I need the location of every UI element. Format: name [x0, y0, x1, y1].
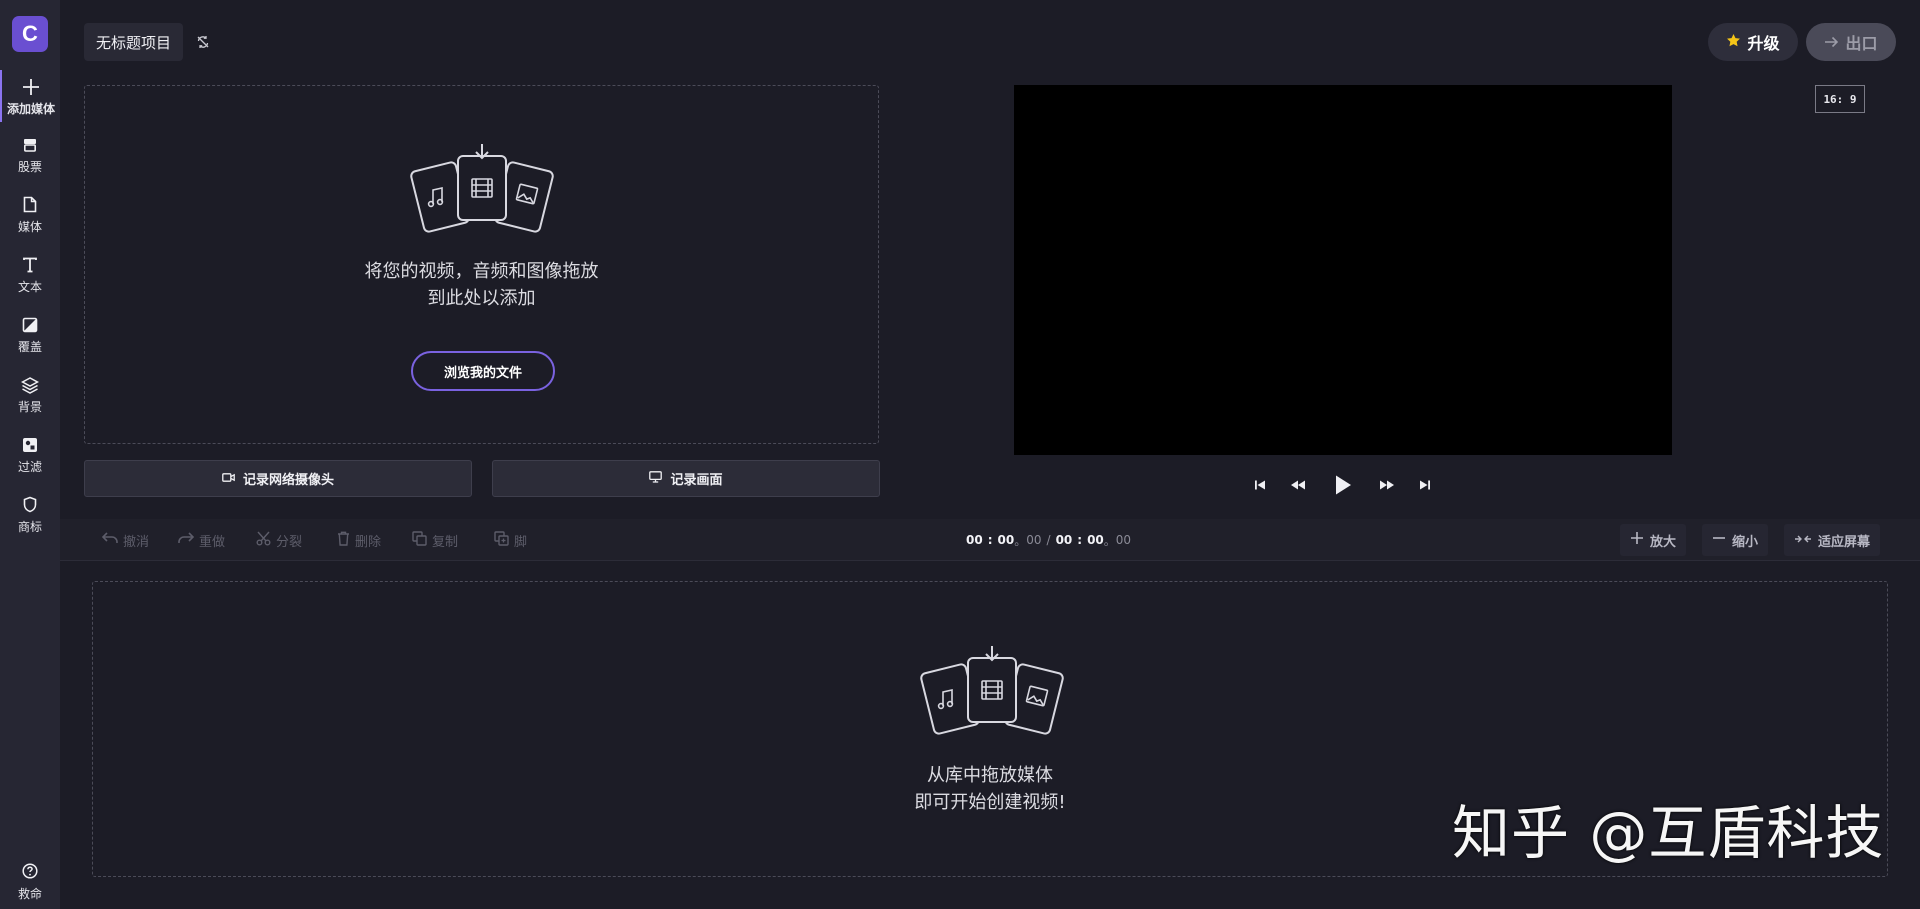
- play-icon[interactable]: [1330, 472, 1356, 498]
- zoom-in-label: 放大: [1650, 534, 1677, 550]
- store-icon: [22, 134, 38, 156]
- record-webcam-button[interactable]: 记录网络摄像头: [84, 460, 472, 497]
- upgrade-button[interactable]: 升级: [1708, 23, 1798, 61]
- copy-button[interactable]: 复制: [412, 519, 458, 561]
- skip-to-start-icon[interactable]: [1250, 476, 1270, 494]
- plus-icon: [1630, 531, 1644, 549]
- star-icon: [1726, 33, 1741, 52]
- sidebar-item-filter[interactable]: 过滤: [0, 428, 60, 480]
- layers-icon: [21, 374, 39, 396]
- time-slash: /: [1046, 533, 1051, 547]
- sidebar-item-stock[interactable]: 股票: [0, 128, 60, 180]
- zoom-out-label: 缩小: [1732, 534, 1759, 550]
- export-label: 出口: [1845, 34, 1878, 53]
- time-total-seconds: 00: [1087, 533, 1104, 547]
- media-files-icon: [410, 144, 554, 233]
- skip-to-end-icon[interactable]: [1415, 476, 1435, 494]
- drop-instructions-line1: 将您的视频，音频和图像拖放: [364, 261, 599, 282]
- sidebar-item-brand[interactable]: 商标: [0, 488, 60, 540]
- duplicate-label: 脚: [514, 534, 528, 550]
- redo-icon: [178, 532, 195, 548]
- help-icon: [22, 862, 38, 883]
- monitor-icon: [649, 470, 663, 487]
- sidebar-item-label: 商标: [17, 519, 42, 534]
- minus-icon: [1712, 531, 1726, 549]
- undo-label: 撤消: [123, 534, 150, 550]
- sidebar-item-help[interactable]: 救命: [0, 860, 60, 904]
- timeline-instructions-line1: 从库中拖放媒体: [927, 765, 1053, 786]
- file-icon: [23, 194, 37, 216]
- redo-button[interactable]: 重做: [178, 519, 225, 561]
- fast-forward-icon[interactable]: [1376, 476, 1398, 494]
- video-preview[interactable]: [1014, 85, 1672, 455]
- aspect-ratio-button[interactable]: 16: 9: [1815, 85, 1865, 113]
- sidebar-item-label: 文本: [17, 279, 42, 294]
- overlay-icon: [22, 314, 38, 336]
- browse-files-button[interactable]: 浏览我的文件: [411, 351, 555, 391]
- plus-icon: [22, 76, 40, 98]
- undo-button[interactable]: 撤消: [101, 519, 150, 561]
- zoom-out-button[interactable]: 缩小: [1702, 524, 1769, 556]
- time-current-minutes: 00: [966, 533, 983, 547]
- sidebar-item-label: 添加媒体: [6, 101, 55, 116]
- time-colon: :: [987, 533, 993, 547]
- sidebar: C 添加媒体 股票 媒体 文本 覆盖 背景 过滤 商标 救命: [0, 0, 60, 909]
- trash-icon: [337, 531, 350, 550]
- upgrade-label: 升级: [1747, 34, 1780, 53]
- scissors-icon: [256, 531, 271, 550]
- timeline-toolbar: 撤消 重做 分裂 删除 复制 脚 00 : 00 。 00 / 00 : 00 …: [60, 519, 1920, 561]
- sidebar-item-label: 覆盖: [17, 339, 42, 354]
- rewind-icon[interactable]: [1287, 476, 1309, 494]
- project-title[interactable]: 无标题项目: [84, 23, 184, 61]
- sidebar-item-label: 股票: [17, 159, 42, 174]
- duplicate-button[interactable]: 脚: [494, 519, 527, 561]
- record-screen-label: 记录画面: [670, 473, 723, 488]
- time-current-frames: 00: [1026, 533, 1042, 547]
- sidebar-item-media[interactable]: 媒体: [0, 188, 60, 240]
- zoom-in-button[interactable]: 放大: [1620, 524, 1687, 556]
- sidebar-help-label: 救命: [17, 886, 42, 901]
- filter-icon: [22, 434, 38, 456]
- copy-icon: [412, 530, 427, 550]
- fit-screen-button[interactable]: 适应屏幕: [1784, 524, 1881, 556]
- copy-label: 复制: [432, 534, 459, 550]
- sidebar-item-overlay[interactable]: 覆盖: [0, 308, 60, 360]
- record-webcam-label: 记录网络摄像头: [242, 473, 334, 488]
- app-logo[interactable]: C: [12, 16, 48, 52]
- sidebar-item-label: 过滤: [17, 459, 42, 474]
- fit-icon: [1794, 533, 1812, 548]
- drop-instructions-line2: 到此处以添加: [427, 288, 536, 309]
- media-drop-zone[interactable]: 将您的视频，音频和图像拖放 到此处以添加 浏览我的文件: [84, 85, 879, 444]
- time-separator: 。: [1103, 533, 1116, 548]
- split-button[interactable]: 分裂: [256, 519, 302, 561]
- media-files-icon: [920, 646, 1064, 735]
- export-button[interactable]: 出口: [1806, 23, 1896, 61]
- redo-label: 重做: [199, 534, 226, 550]
- sidebar-item-add-media[interactable]: 添加媒体: [0, 70, 60, 122]
- split-label: 分裂: [276, 534, 303, 550]
- text-icon: [22, 254, 38, 276]
- time-current-seconds: 00: [997, 533, 1015, 547]
- sidebar-item-background[interactable]: 背景: [0, 368, 60, 420]
- sync-off-icon[interactable]: [196, 34, 210, 53]
- undo-icon: [101, 532, 118, 548]
- camera-icon: [222, 471, 235, 486]
- watermark: 知乎 @互盾科技: [1452, 799, 1885, 867]
- time-total-frames: 00: [1115, 533, 1132, 547]
- timecode: 00 : 00 。 00 / 00 : 00 。 00: [966, 519, 1131, 561]
- time-colon: :: [1077, 533, 1083, 547]
- record-screen-button[interactable]: 记录画面: [492, 460, 880, 497]
- delete-button[interactable]: 删除: [337, 519, 381, 561]
- sidebar-item-label: 媒体: [17, 219, 42, 234]
- time-total-minutes: 00: [1055, 533, 1073, 547]
- duplicate-icon: [494, 530, 509, 550]
- fit-screen-label: 适应屏幕: [1818, 534, 1871, 550]
- sidebar-item-text[interactable]: 文本: [0, 248, 60, 300]
- shield-icon: [23, 494, 37, 516]
- delete-label: 删除: [355, 534, 382, 550]
- time-separator: 。: [1014, 533, 1027, 548]
- arrow-right-icon: [1824, 33, 1839, 52]
- sidebar-item-label: 背景: [17, 399, 42, 414]
